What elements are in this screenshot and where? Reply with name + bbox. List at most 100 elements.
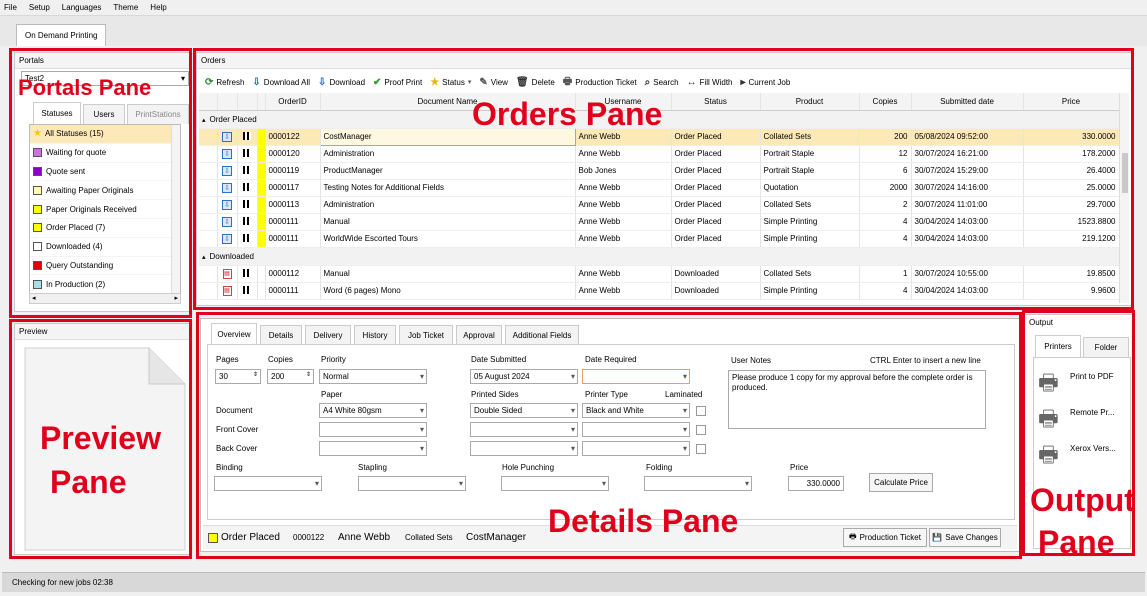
tab-folder[interactable]: Folder (1083, 337, 1129, 357)
tab-delivery[interactable]: Delivery (305, 325, 351, 345)
status-item[interactable]: Paper Originals Received (30, 200, 180, 219)
document-sides-select[interactable]: Double Sided (470, 403, 578, 418)
printer-item[interactable]: 🖶 Xerox Vers... (1034, 434, 1130, 470)
stepper-arrows-icon[interactable]: ⇕ (306, 371, 311, 378)
menu-file[interactable]: File (4, 3, 17, 12)
hole-punching-select[interactable] (501, 476, 609, 491)
date-required-picker[interactable] (582, 369, 690, 384)
table-row[interactable]: ⇩ 0000111 WorldWide Escorted Tours Anne Web… (199, 230, 1119, 248)
collapse-icon[interactable]: ▴ (202, 117, 206, 124)
download-button[interactable]: ⇩ Download (318, 77, 365, 88)
menu-help[interactable]: Help (150, 3, 166, 12)
document-paper-select[interactable]: A4 White 80gsm (319, 403, 427, 418)
status-item-label: Quote sent (46, 166, 86, 176)
menu-theme[interactable]: Theme (113, 3, 138, 12)
column-product[interactable]: Product (760, 93, 860, 111)
status-item[interactable]: Order Placed (7) (30, 219, 180, 238)
user-notes-textarea[interactable]: Please produce 1 copy for my approval be… (728, 370, 986, 429)
view-button[interactable]: ✎ View (479, 77, 508, 88)
status-item[interactable]: ★ All Statuses (15) (30, 125, 180, 144)
status-item[interactable]: Awaiting Paper Originals (30, 181, 180, 201)
cell-username: Anne Webb (575, 230, 672, 248)
printed-sides-value: Double Sided (474, 406, 523, 415)
label-printer-type: Printer Type (585, 390, 628, 399)
tab-overview[interactable]: Overview (211, 323, 257, 345)
stepper-arrows-icon[interactable]: ⇕ (253, 371, 258, 378)
ctrl-enter-hint: CTRL Enter to insert a new line (870, 356, 981, 365)
column-submitted-date[interactable]: Submitted date (911, 93, 1024, 111)
back-cover-printer-select[interactable] (582, 441, 690, 456)
column-status[interactable]: Status (671, 93, 761, 111)
column-price[interactable]: Price (1023, 93, 1119, 111)
tab-printers[interactable]: Printers (1035, 335, 1081, 357)
tab-details[interactable]: Details (260, 325, 302, 345)
status-item[interactable]: Query Outstanding (30, 257, 180, 276)
orders-vscrollbar[interactable] (1119, 93, 1129, 303)
back-cover-laminated-checkbox[interactable] (696, 444, 706, 454)
price-field[interactable]: 330.0000 (788, 476, 844, 491)
current-job-button[interactable]: ▸ Current Job (740, 77, 790, 88)
cell-orderid: 0000120 (265, 145, 321, 163)
table-row[interactable]: ⇩ 0000113 Administration Anne Webb Order Pla… (199, 196, 1119, 214)
folding-select[interactable] (644, 476, 752, 491)
collapse-icon[interactable]: ▴ (202, 254, 206, 261)
priority-select[interactable]: Normal (319, 369, 427, 384)
front-cover-sides-select[interactable] (470, 422, 578, 437)
front-cover-laminated-checkbox[interactable] (696, 425, 706, 435)
tab-approval[interactable]: Approval (456, 325, 502, 345)
save-changes-button[interactable]: 💾 Save Changes (929, 528, 1001, 547)
column-orderid[interactable]: OrderID (265, 93, 321, 111)
status-list-hscrollbar[interactable]: ◂ ▸ (29, 293, 181, 304)
copies-stepper[interactable]: 200 ⇕ (267, 369, 314, 384)
tab-printstations[interactable]: PrintStations (127, 104, 189, 124)
menu-languages[interactable]: Languages (62, 3, 102, 12)
printer-item[interactable]: 🖶 Print to PDF (1034, 362, 1130, 398)
status-item[interactable]: Quote sent (30, 163, 180, 182)
production-ticket-button[interactable]: 🖶 Production Ticket (563, 74, 637, 91)
refresh-button[interactable]: ⟳ Refresh (205, 77, 244, 88)
menu-setup[interactable]: Setup (29, 3, 50, 12)
stapling-select[interactable] (358, 476, 466, 491)
date-submitted-picker[interactable]: 05 August 2024 (470, 369, 578, 384)
tab-additional-fields[interactable]: Additional Fields (505, 325, 579, 345)
back-cover-sides-select[interactable] (470, 441, 578, 456)
printer-item[interactable]: 🖶 Remote Pr... (1034, 398, 1130, 434)
front-cover-printer-select[interactable] (582, 422, 690, 437)
row-type-cell: ⇩ (217, 230, 238, 248)
tab-job-ticket[interactable]: Job Ticket (399, 325, 453, 345)
cell-submitted-date: 30/07/2024 16:21:00 (911, 145, 1024, 163)
group-row[interactable]: ▴ Downloaded (199, 247, 1119, 266)
cell-username: Anne Webb (575, 213, 672, 231)
table-row[interactable]: ▤ 0000111 Word (6 pages) Mono Anne Webb Down… (199, 282, 1119, 300)
status-button[interactable]: ★ Status ▾ (430, 77, 471, 88)
orders-scroll-thumb[interactable] (1122, 153, 1128, 193)
table-row[interactable]: ⇩ 0000117 Testing Notes for Additional Fie… (199, 179, 1119, 197)
document-laminated-checkbox[interactable] (696, 406, 706, 416)
status-item[interactable]: In Production (2) (30, 275, 180, 293)
fill-width-button[interactable]: ↔ Fill Width (687, 77, 733, 88)
search-button[interactable]: ⌕ Search (645, 77, 679, 88)
production-ticket-button[interactable]: 🖶 Production Ticket (843, 528, 927, 547)
status-list-vscrollbar[interactable] (171, 125, 180, 293)
pages-stepper[interactable]: 30 ⇕ (215, 369, 261, 384)
tab-history[interactable]: History (354, 325, 396, 345)
status-item[interactable]: Waiting for quote (30, 144, 180, 163)
front-cover-paper-select[interactable] (319, 422, 427, 437)
tab-users[interactable]: Users (83, 104, 125, 124)
delete-button[interactable]: 🗑 Delete (516, 77, 555, 88)
calculate-price-button[interactable]: Calculate Price (869, 473, 933, 492)
binding-select[interactable] (214, 476, 322, 491)
table-row[interactable]: ⇩ 0000120 Administration Anne Webb Order Pla… (199, 145, 1119, 163)
status-item[interactable]: Downloaded (4) (30, 238, 180, 257)
proof-print-button[interactable]: ✔ Proof Print (373, 77, 422, 88)
cell-submitted-date: 05/08/2024 09:52:00 (911, 128, 1024, 146)
table-row[interactable]: ▤ 0000112 Manual Anne Webb Downloaded Collate… (199, 265, 1119, 283)
back-cover-paper-select[interactable] (319, 441, 427, 456)
download-all-button[interactable]: ⇩ Download All (252, 77, 310, 88)
tab-on-demand-printing[interactable]: On Demand Printing (16, 24, 107, 46)
document-printer-type-select[interactable]: Black and White (582, 403, 690, 418)
column-copies[interactable]: Copies (859, 93, 912, 111)
table-row[interactable]: ⇩ 0000111 Manual Anne Webb Order Placed Simpl… (199, 213, 1119, 231)
tab-statuses[interactable]: Statuses (33, 102, 81, 124)
table-row[interactable]: ⇩ 0000119 ProductManager Bob Jones Order Pla… (199, 162, 1119, 180)
